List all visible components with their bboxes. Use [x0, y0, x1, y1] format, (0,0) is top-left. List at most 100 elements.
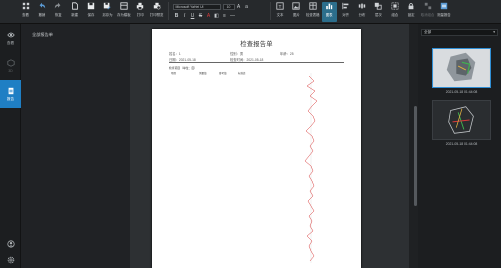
lock-button-label: 锁定 [407, 13, 415, 17]
print-button-label: 打印 [136, 13, 144, 17]
capture-filter-select[interactable]: 全部 ▾ [421, 29, 498, 36]
align-left-icon[interactable]: ≡ [221, 13, 229, 19]
nav-item-view[interactable]: 查看 [0, 24, 21, 52]
italic-icon[interactable]: I [181, 13, 189, 19]
column-header-item: 项目 [171, 72, 177, 75]
text-button-label: 文本 [276, 13, 284, 17]
redo-button[interactable]: 恢复 [51, 2, 66, 22]
print-icon [137, 2, 144, 10]
insert-table-button[interactable]: 检查表格 [305, 2, 320, 22]
font-shrink-icon[interactable]: a [243, 4, 251, 10]
report-list-panel: 全部报告单 [21, 24, 130, 268]
name-field: 姓名：1 [169, 51, 181, 56]
undo-icon [39, 2, 46, 9]
capture-time: 2021-05-18 01:44:08 [445, 90, 478, 94]
document-canvas[interactable]: 检查报告单 姓名：1 性别：男 年龄：25 日期：2021-05-18 检查时间… [130, 24, 409, 268]
text-icon: T [276, 2, 284, 10]
report-list-title: 全部报告单 [32, 32, 53, 37]
align-button[interactable]: 对齐 [338, 2, 353, 22]
ungroup-icon [424, 2, 431, 10]
undo-button[interactable]: 撤销 [34, 2, 49, 22]
save-template-button[interactable]: 存为模板 [116, 2, 131, 22]
save-template-button-label: 存为模板 [117, 13, 131, 17]
capture-thumbnail[interactable] [432, 100, 491, 140]
new-button-label: 新建 [71, 13, 79, 17]
line-style-icon[interactable]: — [229, 13, 237, 19]
font-color-icon[interactable]: A [205, 13, 213, 19]
svg-text:T: T [279, 4, 282, 10]
toolbar-separator [269, 2, 271, 20]
gender-field: 性别：男 [230, 51, 243, 56]
image-icon [292, 2, 301, 10]
undo-button-label: 撤销 [38, 13, 46, 17]
print-preview-button[interactable]: 打印预览 [149, 2, 164, 22]
print-button[interactable]: 打印 [133, 2, 148, 22]
grid-icon [22, 2, 29, 10]
capture-thumbnail[interactable] [432, 48, 491, 88]
scrollbar-thumb[interactable] [414, 106, 417, 206]
new-button[interactable]: 新建 [67, 2, 82, 22]
column-header-deviation: 标准差 [238, 72, 246, 75]
font-family-select[interactable]: Microsoft YaHei UI [172, 3, 221, 10]
new-doc-icon [71, 2, 78, 10]
gender-value: 男 [239, 52, 244, 56]
main-toolbar: 查看 撤销 恢复 新建 保存 另存为 存为模板 打印 打印预览 Microsof… [0, 0, 501, 24]
column-header-reference: 参考值 [219, 72, 227, 75]
nav-item-report-label: 报告 [6, 96, 15, 101]
save-as-button-label: 另存为 [102, 13, 113, 17]
scan-image-icon [433, 101, 490, 139]
fill-color-icon[interactable]: ◧ [213, 13, 221, 19]
user-button[interactable] [0, 236, 21, 252]
nav-item-3d-label: 3D [8, 69, 13, 73]
ungroup-button[interactable]: 取消组合 [420, 2, 435, 22]
lock-icon [408, 3, 414, 10]
settings-button[interactable] [0, 252, 21, 268]
font-size-select[interactable]: 10 [222, 3, 235, 10]
layer-button[interactable]: 层次 [371, 2, 386, 22]
save-icon [87, 2, 95, 10]
eye-icon [6, 32, 15, 37]
underline-icon[interactable]: U [189, 13, 197, 19]
report-icon [440, 2, 448, 10]
gender-label: 性别： [230, 52, 240, 56]
list-button-label: 查看 [22, 13, 29, 17]
capture-filter-value: 全部 [424, 30, 432, 34]
ungroup-button-label: 取消组合 [420, 13, 435, 17]
capture-time: 2021-05-18 01:44:08 [445, 142, 478, 146]
image-button[interactable]: 图片 [289, 2, 304, 22]
bold-icon[interactable]: B [173, 13, 181, 19]
list-button[interactable]: 查看 [18, 2, 33, 22]
nav-item-report[interactable]: 报告 [0, 80, 21, 108]
redo-button-label: 恢复 [54, 13, 62, 17]
name-value: 1 [178, 52, 181, 56]
name-label: 姓名： [169, 52, 179, 56]
report-button[interactable]: 测量报告 [436, 2, 451, 22]
save-as-icon [104, 2, 111, 10]
chart-button-label: 图表 [325, 13, 333, 17]
strikethrough-icon[interactable]: S [197, 13, 205, 19]
save-as-button[interactable]: 另存为 [100, 2, 115, 22]
distribute-icon [358, 3, 366, 9]
save-button[interactable]: 保存 [84, 2, 99, 22]
text-format-group: Microsoft YaHei UI 10 A a B I U S A ◧ ≡ … [172, 2, 268, 22]
nav-bottom-group [0, 236, 21, 268]
template-icon [120, 2, 128, 10]
deviation-graph-svg [304, 73, 318, 263]
nav-item-3d[interactable]: 3D [0, 52, 21, 80]
age-label: 年龄： [280, 52, 290, 56]
table-subtitle: 检查项目（单位：度） [169, 66, 197, 70]
toolbar-separator [167, 2, 169, 20]
distribute-button[interactable]: 分布 [354, 2, 369, 22]
text-button[interactable]: T 文本 [273, 2, 288, 22]
layer-icon [375, 2, 382, 10]
lock-button[interactable]: 锁定 [404, 2, 419, 22]
chart-button[interactable]: 图表 [321, 2, 337, 22]
image-button-label: 图片 [293, 13, 300, 17]
distribute-button-label: 分布 [358, 13, 366, 17]
layer-button-label: 层次 [374, 13, 382, 17]
font-grow-icon[interactable]: A [235, 4, 243, 10]
deviation-graph [279, 71, 344, 265]
document-icon [8, 87, 13, 94]
chevron-down-icon: ▾ [493, 30, 495, 34]
group-button[interactable]: 组合 [387, 2, 402, 22]
